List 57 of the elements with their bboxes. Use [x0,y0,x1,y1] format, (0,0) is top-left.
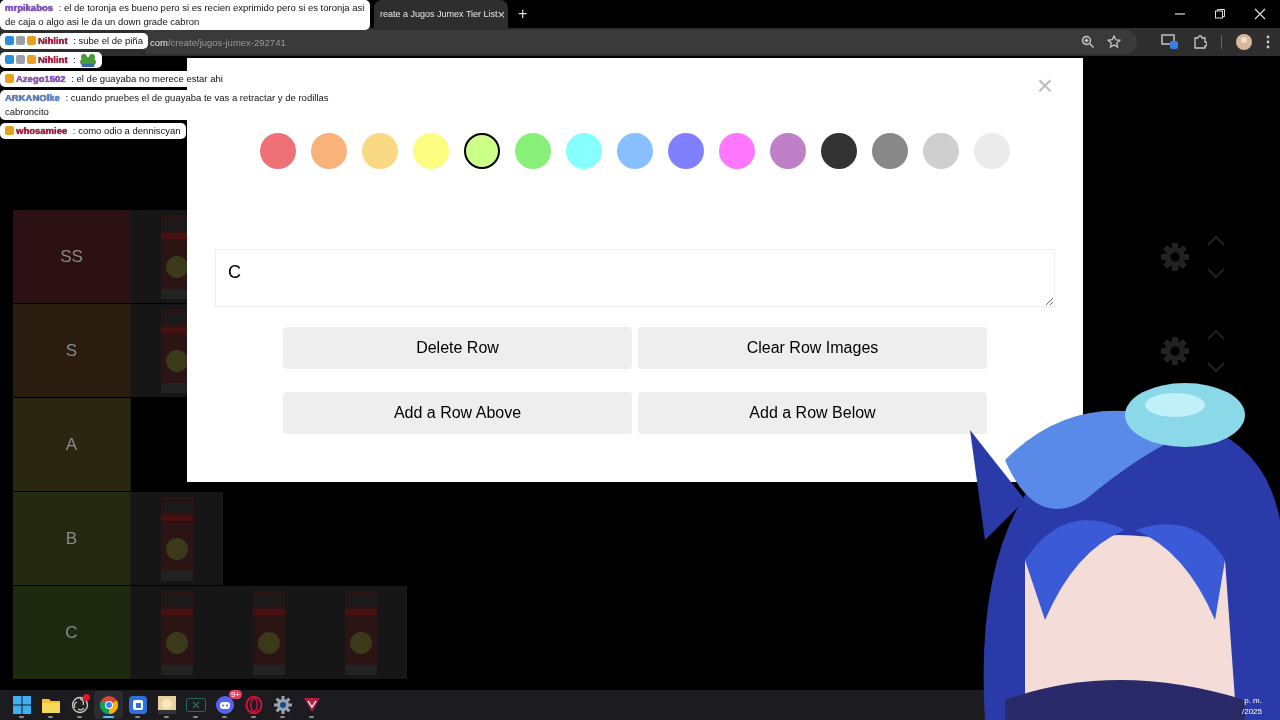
cast-icon[interactable] [1161,34,1179,50]
windows-icon [12,696,31,714]
chat-text: Azego1502 : el de guayaba no merece estar ahi [16,73,223,85]
shield-icon [302,697,321,713]
gear-icon [273,696,292,714]
clock-time: p. m. [1244,695,1262,706]
row-action-button[interactable]: Add a Row Above [283,392,632,434]
x-square-icon [185,698,206,712]
browser-tab[interactable]: reate a Jugos Jumex Tier List× [374,0,508,28]
color-swatch[interactable] [311,133,347,169]
chat-bubble-icon [215,696,234,714]
tier-label: A [13,398,131,491]
color-swatch[interactable] [872,133,908,169]
tier-label: SS [13,210,131,303]
clock-date: /2025 [1241,706,1262,717]
menu-icon[interactable] [1266,35,1270,49]
aperture-icon [70,696,89,714]
browser-icon [99,696,118,714]
tier-label: S [13,304,131,397]
notification-badge: 9+ [228,690,242,699]
zoom-icon[interactable] [1081,35,1095,49]
folder-icon [41,697,60,713]
taskbar-button[interactable] [94,691,123,719]
color-swatch[interactable] [260,133,296,169]
color-swatch[interactable] [770,133,806,169]
color-swatch[interactable] [719,133,755,169]
star-icon[interactable] [1107,35,1121,49]
tier-label-field[interactable]: C [215,249,1055,307]
chat-text: Nihlint : [38,54,76,65]
color-swatch[interactable] [566,133,602,169]
color-swatch[interactable] [821,133,857,169]
app-icon [128,696,147,714]
row-action-button[interactable]: Clear Row Images [638,327,987,369]
chat-text: whosamiee : como odio a denniscyan [16,125,181,137]
profile-avatar-icon[interactable] [1236,34,1252,50]
color-swatch[interactable] [515,133,551,169]
color-swatch[interactable] [464,133,500,169]
chat-text: ARKANOlke : cuando pruebes el de guayaba te vas a retractar y de rodillas cabroncito [5,92,329,118]
image-icon [157,696,176,714]
puzzle-icon[interactable] [1193,35,1207,49]
color-swatch[interactable] [923,133,959,169]
restore-icon[interactable] [1214,8,1226,20]
close-icon[interactable] [1254,8,1266,20]
chat-text: Nihlint : sube el de piña [38,35,143,46]
new-tab-button[interactable]: + [518,5,528,23]
row-action-button[interactable]: Delete Row [283,327,632,369]
o-ring-icon [244,696,263,714]
color-swatch[interactable] [668,133,704,169]
tier-label: B [13,492,131,585]
taskbar-button[interactable]: 9+ [210,691,239,719]
row-action-button[interactable]: Add a Row Below [638,392,987,434]
tier-label: C [13,586,131,679]
color-swatch[interactable] [413,133,449,169]
address-bar[interactable]: com/create/jugos-jumex-292741 [146,30,1137,54]
color-swatch[interactable] [617,133,653,169]
color-swatch[interactable] [362,133,398,169]
chat-text: mrpikabos : el de toronja es bueno pero si es recien exprimido pero si es toronja asi de caja o algo asi le da un down grade cabron [5,2,365,27]
